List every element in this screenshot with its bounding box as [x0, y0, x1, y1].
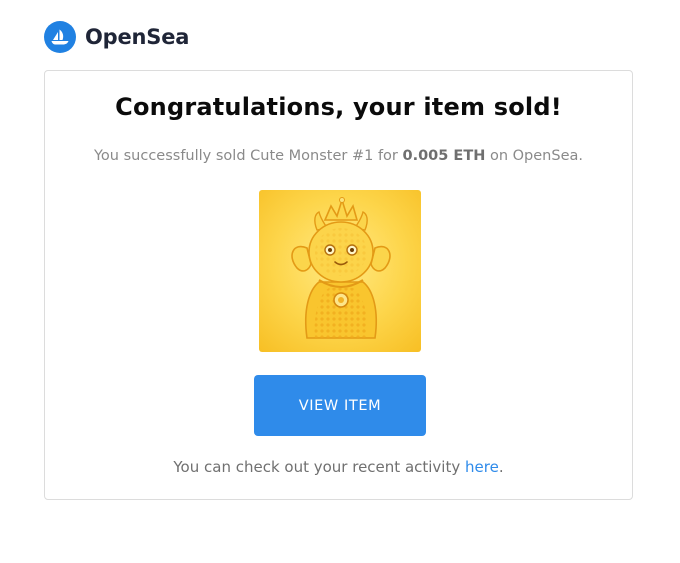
activity-message-prefix: You can check out your recent activity — [173, 458, 461, 476]
cute-monster-nft-image[interactable] — [259, 190, 421, 352]
headline: Congratulations, your item sold! — [115, 93, 562, 121]
brand-name: OpenSea — [85, 25, 190, 49]
activity-here-link[interactable]: here — [465, 458, 499, 476]
brand-header[interactable]: OpenSea — [44, 20, 189, 54]
sale-notification-card: Congratulations, your item sold! You suc… — [44, 70, 633, 500]
activity-message: You can check out your recent activity h… — [45, 458, 632, 476]
sale-message-suffix: on OpenSea. — [489, 148, 583, 164]
sale-message-prefix: You successfully sold Cute Monster #1 fo… — [94, 148, 398, 164]
view-item-button[interactable]: VIEW ITEM — [254, 375, 426, 436]
activity-message-suffix: . — [498, 458, 504, 476]
opensea-boat-icon — [44, 21, 76, 53]
sale-message: You successfully sold Cute Monster #1 fo… — [45, 148, 632, 164]
sale-price: 0.005 ETH — [402, 148, 486, 164]
email-page: OpenSea Congratulations, your item sold!… — [0, 0, 680, 563]
